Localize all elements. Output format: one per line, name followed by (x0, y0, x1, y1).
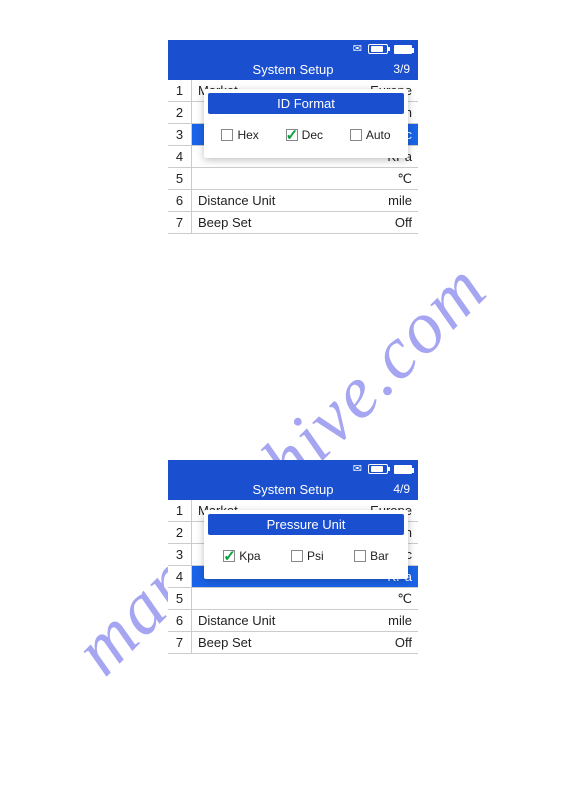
option-label: Auto (366, 128, 391, 142)
option-label: Dec (302, 128, 323, 142)
screen-title: System Setup (253, 62, 334, 77)
page-indicator: 4/9 (393, 482, 410, 496)
option-psi[interactable]: Psi (291, 549, 324, 563)
row-value: Off (395, 215, 418, 230)
page-indicator: 3/9 (393, 62, 410, 76)
status-bar: ✉ (168, 40, 418, 58)
status-bar: ✉ (168, 460, 418, 478)
charging-icon (368, 464, 388, 474)
checkbox-icon (221, 129, 233, 141)
list-item[interactable]: 5 ℃ (168, 168, 418, 190)
row-label: Beep Set (192, 215, 395, 230)
option-auto[interactable]: Auto (350, 128, 391, 142)
row-number: 2 (168, 522, 192, 543)
checkbox-icon (291, 550, 303, 562)
checkbox-checked-icon (223, 550, 235, 562)
popup-options: Hex Dec Auto (204, 114, 408, 158)
row-number: 1 (168, 500, 192, 521)
row-number: 3 (168, 544, 192, 565)
list-item[interactable]: 7 Beep Set Off (168, 212, 418, 234)
option-label: Kpa (239, 549, 260, 563)
row-number: 4 (168, 566, 192, 587)
checkbox-checked-icon (286, 129, 298, 141)
row-label: Distance Unit (192, 193, 388, 208)
row-value: ℃ (397, 171, 418, 187)
id-format-popup: ID Format Hex Dec Auto (204, 89, 408, 158)
title-bar: System Setup 4/9 (168, 478, 418, 500)
option-kpa[interactable]: Kpa (223, 549, 260, 563)
list-item[interactable]: 6 Distance Unit mile (168, 610, 418, 632)
option-label: Bar (370, 549, 389, 563)
battery-icon (394, 45, 412, 54)
screen-title: System Setup (253, 482, 334, 497)
row-number: 5 (168, 168, 192, 189)
option-dec[interactable]: Dec (286, 128, 323, 142)
row-label: Beep Set (192, 635, 395, 650)
row-value: ℃ (397, 591, 418, 607)
option-label: Hex (237, 128, 258, 142)
device-screen-1: ✉ System Setup 3/9 1 Market Europe 2 lis… (168, 40, 418, 234)
row-number: 1 (168, 80, 192, 101)
row-number: 6 (168, 610, 192, 631)
row-value: mile (388, 613, 418, 628)
row-number: 4 (168, 146, 192, 167)
row-number: 5 (168, 588, 192, 609)
checkbox-icon (354, 550, 366, 562)
popup-title: ID Format (208, 93, 404, 114)
row-value: mile (388, 193, 418, 208)
row-number: 7 (168, 212, 192, 233)
mail-icon: ✉ (353, 44, 362, 55)
popup-options: Kpa Psi Bar (204, 535, 408, 579)
checkbox-icon (350, 129, 362, 141)
row-number: 2 (168, 102, 192, 123)
option-bar[interactable]: Bar (354, 549, 389, 563)
row-number: 7 (168, 632, 192, 653)
list-item[interactable]: 6 Distance Unit mile (168, 190, 418, 212)
pressure-unit-popup: Pressure Unit Kpa Psi Bar (204, 510, 408, 579)
title-bar: System Setup 3/9 (168, 58, 418, 80)
mail-icon: ✉ (353, 464, 362, 475)
row-label: Distance Unit (192, 613, 388, 628)
popup-title: Pressure Unit (208, 514, 404, 535)
row-value: Off (395, 635, 418, 650)
option-label: Psi (307, 549, 324, 563)
battery-icon (394, 465, 412, 474)
charging-icon (368, 44, 388, 54)
row-number: 6 (168, 190, 192, 211)
device-screen-2: ✉ System Setup 4/9 1 Market Europe 2 lis… (168, 460, 418, 654)
row-number: 3 (168, 124, 192, 145)
list-item[interactable]: 5 ℃ (168, 588, 418, 610)
option-hex[interactable]: Hex (221, 128, 258, 142)
list-item[interactable]: 7 Beep Set Off (168, 632, 418, 654)
